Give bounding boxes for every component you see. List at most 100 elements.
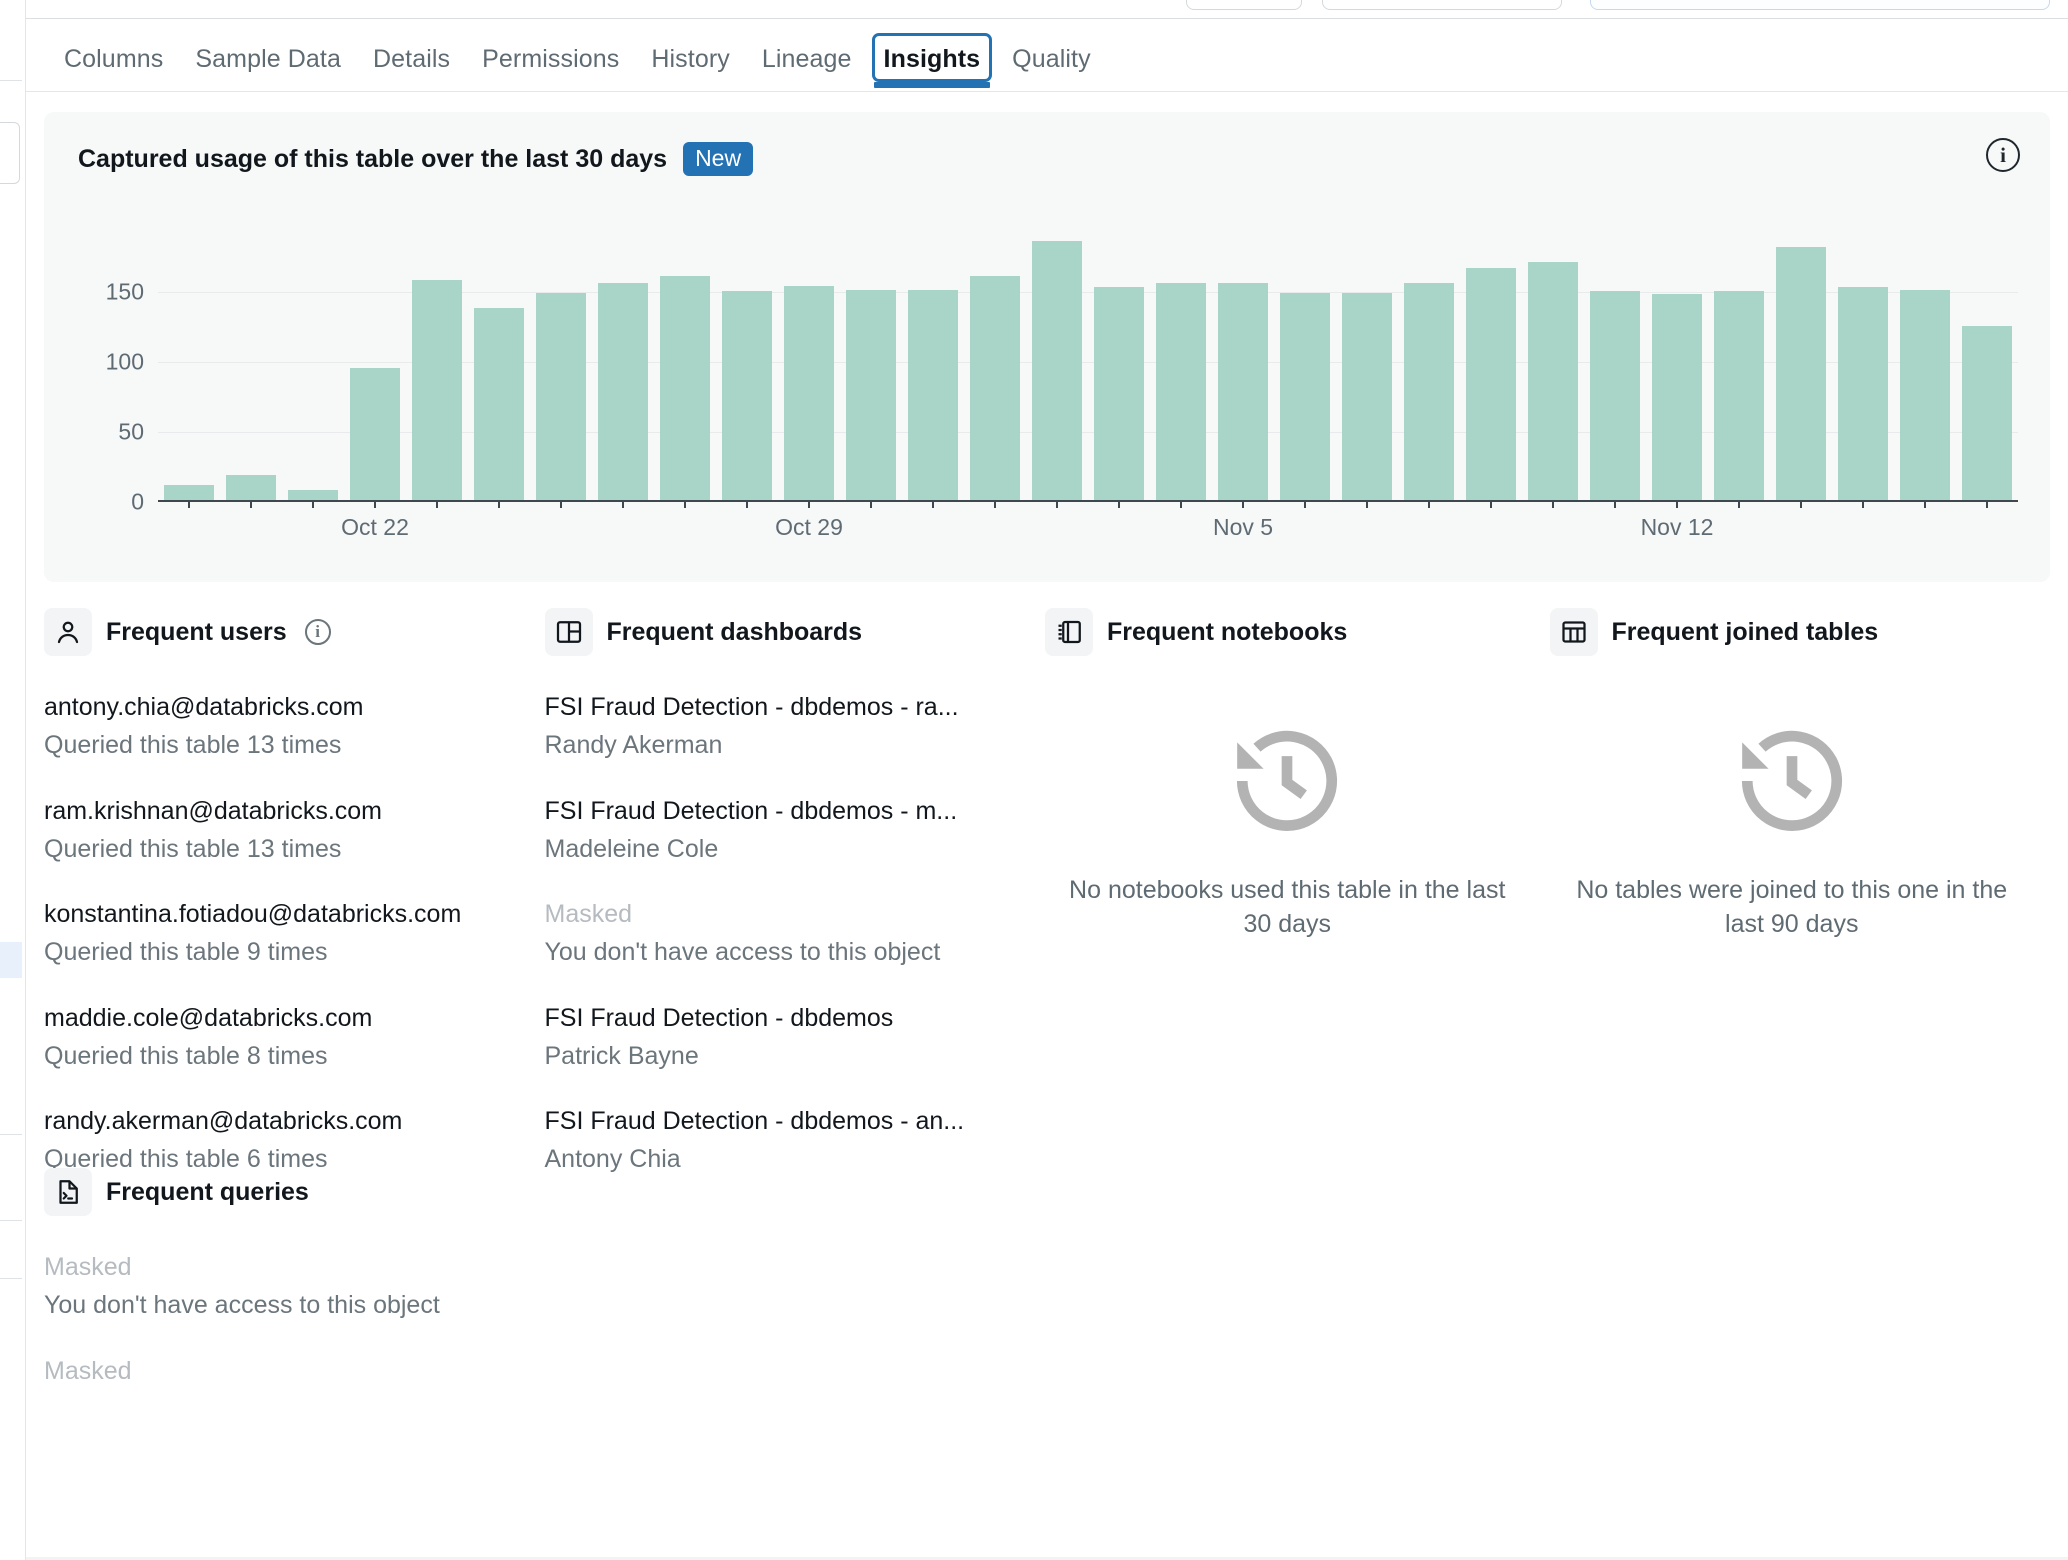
frequent-dashboard-item[interactable]: FSI Fraud Detection - dbdemos - an... Ant… <box>545 1106 1026 1176</box>
chart-bar[interactable] <box>473 308 525 500</box>
section-frequent-users: Frequent users i antony.chia@databricks.… <box>44 608 545 1210</box>
section-header: Frequent users i <box>44 608 525 656</box>
chart-bar[interactable] <box>783 285 835 500</box>
chart-bar[interactable] <box>845 290 897 500</box>
x-axis-tick <box>1676 501 1678 508</box>
chart-bar[interactable] <box>1341 292 1393 500</box>
chart-bar[interactable] <box>1961 326 2013 500</box>
x-axis-tick <box>1986 501 1988 508</box>
tab-permissions[interactable]: Permissions <box>466 41 635 94</box>
info-icon[interactable]: i <box>304 619 331 645</box>
frequent-user-item-subtitle: Queried this table 8 times <box>44 1041 328 1070</box>
toolbar-button-cut[interactable] <box>1186 0 1302 10</box>
x-axis-tick <box>187 501 190 508</box>
x-axis-tick <box>250 501 252 508</box>
chart-bar[interactable] <box>1713 291 1765 500</box>
x-axis-tick-label: Nov 5 <box>1212 514 1274 540</box>
chart-bar[interactable] <box>1155 283 1207 500</box>
frequent-dashboard-item-title: Masked <box>544 900 633 928</box>
frequent-dashboard-item[interactable]: FSI Fraud Detection - dbdemos - m... Made… <box>545 796 1026 866</box>
frequent-dashboard-item[interactable]: FSI Fraud Detection - dbdemos - ra... Ran… <box>545 692 1026 762</box>
chart-bar-wrap <box>1832 222 1894 500</box>
chart-bar[interactable] <box>659 276 711 500</box>
query-file-icon <box>44 1168 92 1216</box>
left-rail <box>0 0 26 1560</box>
chart-bar-wrap <box>902 222 964 500</box>
frequent-user-item[interactable]: konstantina.fotiadou@databricks.com Queri… <box>44 899 525 969</box>
insights-sections: Frequent users i antony.chia@databricks.… <box>44 608 2054 1210</box>
chart-bar[interactable] <box>1527 262 1579 500</box>
chart-bar[interactable] <box>411 280 463 500</box>
frequent-dashboard-item-subtitle: You don't have access to this object <box>544 938 941 967</box>
frequent-user-item[interactable]: randy.akerman@databricks.com Queried this… <box>44 1106 525 1176</box>
chart-bar[interactable] <box>349 368 401 500</box>
section-header: Frequent joined tables <box>1549 608 2035 656</box>
chart-bar[interactable] <box>721 291 773 500</box>
chart-bar[interactable] <box>1279 292 1331 500</box>
x-axis-tick <box>498 501 500 508</box>
section-title: Frequent joined tables <box>1611 617 1879 646</box>
chart-bar[interactable] <box>1775 246 1827 500</box>
chart-bar-wrap <box>778 222 840 500</box>
tab-lineage[interactable]: Lineage <box>746 41 868 94</box>
frequent-dashboard-item[interactable]: FSI Fraud Detection - dbdemos Patrick Bay… <box>545 1003 1026 1073</box>
chart-bar[interactable] <box>287 490 339 500</box>
tab-quality[interactable]: Quality <box>996 41 1107 94</box>
tab-details[interactable]: Details <box>357 41 466 94</box>
info-icon[interactable]: i <box>1986 138 2020 172</box>
frequent-user-item[interactable]: ram.krishnan@databricks.com Queried this … <box>44 796 525 866</box>
empty-state: No tables were joined to this one in the… <box>1550 692 2035 941</box>
chart-bar[interactable] <box>1899 290 1951 500</box>
chart-bar-wrap <box>1212 222 1274 500</box>
x-axis-tick <box>994 501 996 508</box>
chart-bar[interactable] <box>969 276 1021 500</box>
chart-bar[interactable] <box>535 292 587 500</box>
chart-bar[interactable] <box>1031 241 1083 500</box>
chart-bar[interactable] <box>1093 287 1145 500</box>
frequent-query-item[interactable]: Masked You don't have access to this obje… <box>44 1252 1044 1322</box>
section-frequent-dashboards: Frequent dashboards FSI Fraud Detection … <box>544 608 1046 1210</box>
usage-card-title: Captured usage of this table over the la… <box>78 144 668 173</box>
x-axis-tick <box>559 501 562 508</box>
x-axis-tick <box>1614 501 1616 508</box>
search-field-cut[interactable] <box>1590 0 2050 10</box>
tab-history[interactable]: History <box>635 41 745 94</box>
section-title: Frequent notebooks <box>1107 617 1348 646</box>
empty-state-text: No notebooks used this table in the last… <box>1069 876 1506 938</box>
new-badge: New <box>683 142 754 177</box>
rail-collapsed-panel[interactable] <box>0 122 20 184</box>
tab-label: History <box>651 45 730 73</box>
x-axis-labels: Oct 22 Oct 29 Nov 5 Nov 12 <box>158 514 2018 548</box>
frequent-user-item[interactable]: maddie.cole@databricks.com Queried this t… <box>44 1003 525 1073</box>
chart-bar[interactable] <box>1217 283 1269 500</box>
chart-bar[interactable] <box>1589 291 1641 500</box>
frequent-user-item[interactable]: antony.chia@databricks.com Queried this t… <box>44 692 525 762</box>
chart-bar-wrap <box>1894 222 1956 500</box>
chart-bar[interactable] <box>1837 287 1889 500</box>
chart-bar[interactable] <box>597 283 649 500</box>
chart-bar[interactable] <box>907 290 959 500</box>
frequent-dashboard-item[interactable]: Masked You don't have access to this obje… <box>545 899 1026 969</box>
chart-bar[interactable] <box>1465 267 1517 500</box>
chart-bar-wrap <box>530 222 592 500</box>
x-axis-tick <box>1366 501 1368 508</box>
tab-sample-data[interactable]: Sample Data <box>179 41 357 94</box>
chart-bar[interactable] <box>1651 294 1703 500</box>
x-axis-tick <box>746 501 748 508</box>
x-axis-tick <box>1180 501 1182 508</box>
chart-plot-area <box>158 222 2018 508</box>
frequent-user-item-subtitle: Queried this table 13 times <box>44 834 342 863</box>
tab-bar: Columns Sample Data Details Permissions Hist… <box>26 19 2068 92</box>
chart-bar-wrap <box>716 222 778 500</box>
toolbar-button-cut[interactable] <box>1322 0 1562 10</box>
frequent-dashboard-item-title: FSI Fraud Detection - dbdemos - an... <box>544 1107 965 1135</box>
frequent-query-item[interactable]: Masked <box>44 1356 1044 1387</box>
frequent-user-item-title: maddie.cole@databricks.com <box>44 1003 373 1032</box>
x-axis-tick <box>932 501 934 508</box>
chart-bar-wrap <box>1522 222 1584 500</box>
chart-bar[interactable] <box>163 484 215 500</box>
tab-columns[interactable]: Columns <box>48 41 179 94</box>
tab-insights[interactable]: Insights <box>868 33 997 94</box>
chart-bar[interactable] <box>1403 283 1455 500</box>
chart-bar[interactable] <box>225 474 277 500</box>
